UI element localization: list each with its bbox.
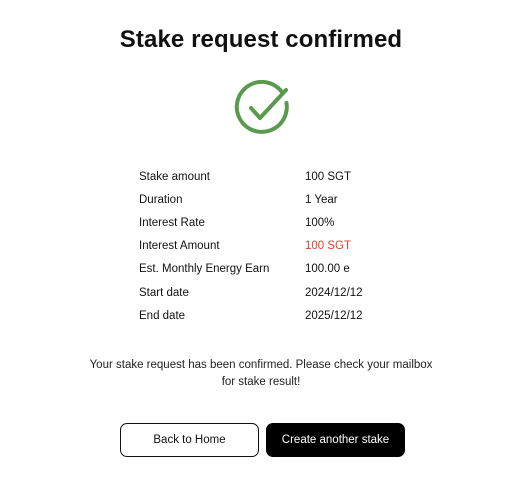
detail-value-highlight: 100 SGT (305, 240, 352, 253)
detail-label: Stake amount (139, 170, 210, 183)
back-to-home-button[interactable]: Back to Home (120, 423, 259, 457)
detail-value: 100.00 e (305, 263, 350, 276)
confirmation-message: Your stake request has been confirmed. P… (80, 357, 442, 391)
detail-label: Start date (139, 286, 189, 299)
detail-row-monthly-energy: Est. Monthly Energy Earn 100.00 e (139, 258, 399, 281)
detail-value: 2024/12/12 (305, 286, 363, 299)
create-another-stake-button[interactable]: Create another stake (266, 423, 405, 457)
detail-label: Interest Rate (139, 216, 205, 229)
check-circle-icon (234, 80, 289, 134)
detail-value: 100% (305, 216, 335, 229)
page-title: Stake request confirmed (119, 26, 403, 53)
confirmation-message-line: Your stake request has been confirmed. P… (89, 359, 433, 371)
detail-value: 100 SGT (305, 170, 352, 183)
confirmation-message-line: for stake result! (221, 376, 301, 388)
detail-row-end-date: End date 2025/12/12 (139, 304, 399, 327)
detail-row-interest-rate: Interest Rate 100% (139, 211, 399, 234)
detail-value: 1 Year (305, 193, 338, 206)
detail-label: Interest Amount (139, 240, 220, 253)
detail-label: Duration (139, 193, 183, 206)
detail-row-stake-amount: Stake amount 100 SGT (139, 165, 399, 188)
detail-label: End date (139, 309, 186, 322)
detail-label: Est. Monthly Energy Earn (139, 263, 270, 276)
detail-row-start-date: Start date 2024/12/12 (139, 281, 399, 304)
detail-value: 2025/12/12 (305, 309, 363, 322)
detail-row-interest-amount: Interest Amount 100 SGT (139, 235, 399, 258)
stake-details-list: Stake amount 100 SGT Duration 1 Year Int… (139, 165, 399, 327)
detail-row-duration: Duration 1 Year (139, 188, 399, 211)
